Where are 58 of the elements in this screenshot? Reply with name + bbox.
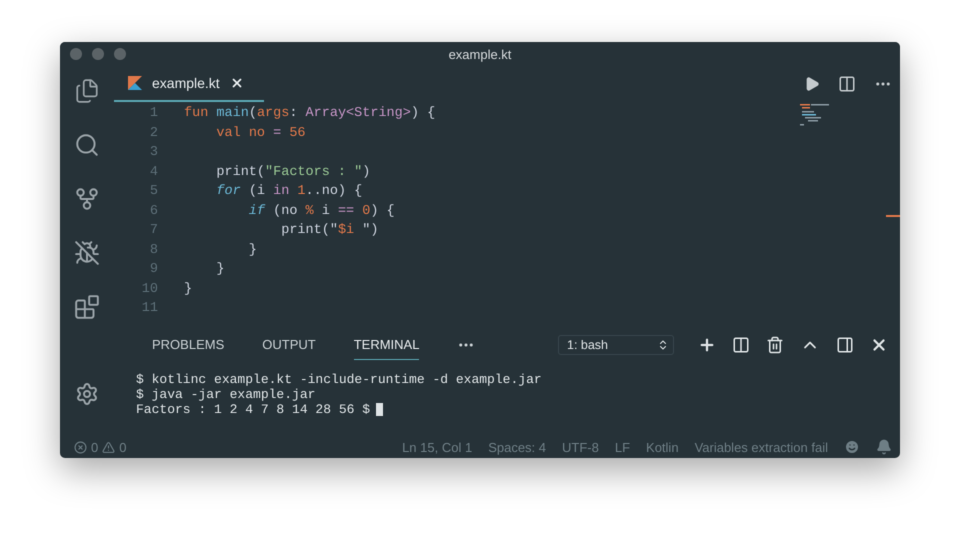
run-icon[interactable] [804,76,820,92]
settings-icon[interactable] [75,382,99,406]
code-line: } [215,262,225,278]
code-line: fun main(args: Array<String>) { [184,106,436,122]
crossed-bug-icon[interactable] [74,240,100,266]
scroll-marker [886,215,900,217]
split-editor-icon[interactable] [838,75,856,93]
code-line: val no = 56 [215,126,306,141]
terminal-cursor [376,403,384,416]
panel-tab[interactable]: OUTPUT [262,330,316,360]
bell-icon[interactable] [876,439,892,455]
line-number: 1 [148,106,159,122]
code-line: print("$i ") [280,223,378,238]
files-icon[interactable] [74,78,100,104]
status-item[interactable]: Ln 15, Col 1 [402,440,472,454]
error-count[interactable]: 0 [91,440,98,454]
error-icon[interactable] [74,440,87,454]
trash-icon[interactable] [766,336,784,354]
smiley-icon[interactable] [844,439,860,455]
line-number: 10 [140,282,159,297]
status-item[interactable]: LF [614,440,630,454]
terminal-select[interactable]: 1: bash [558,335,674,355]
file-tab[interactable]: example.kt [114,66,264,102]
up-down-chevron-icon [657,339,669,351]
panel-tab[interactable]: TERMINAL [354,330,420,360]
code-line: for (i in 1..no) { [215,184,362,200]
line-number: 8 [148,242,159,258]
terminal-line: $ kotlinc example.kt -include-runtime -d example.jar [136,372,542,387]
line-number: 3 [148,145,159,160]
terminal-line: Factors : 1 2 4 7 8 14 28 56 $ [136,402,370,417]
terminal-line: $ java -jar example.jar [136,387,316,402]
kotlin-logo-icon [128,76,142,90]
line-number: 9 [148,262,159,278]
status-item[interactable]: Spaces: 4 [488,440,546,454]
close-icon[interactable] [230,76,244,90]
line-number: 7 [148,223,159,238]
line-number: 5 [148,184,159,200]
panel-right-icon[interactable] [836,336,854,354]
code-line: } [184,282,192,297]
code-line: print("Factors : ") [215,164,370,180]
line-number: 2 [148,126,159,141]
line-number: 4 [148,164,159,180]
search-icon[interactable] [74,132,100,158]
code-line: if (no % i == 0) { [248,204,395,219]
warning-count[interactable]: 0 [119,440,126,454]
window-title: example.kt [448,46,512,62]
split-terminal-icon[interactable] [732,336,750,354]
panel-tab[interactable]: PROBLEMS [152,330,224,360]
plus-icon[interactable] [698,336,716,354]
code-line: } [248,242,257,258]
warning-icon[interactable] [102,440,116,454]
status-item[interactable]: Variables extraction fail [694,440,828,454]
branch-icon[interactable] [74,186,100,212]
status-item[interactable]: Kotlin [646,440,679,454]
extensions-icon[interactable] [74,294,100,320]
line-number: 11 [140,301,159,316]
line-number: 6 [148,204,159,219]
status-item[interactable]: UTF-8 [562,440,599,454]
